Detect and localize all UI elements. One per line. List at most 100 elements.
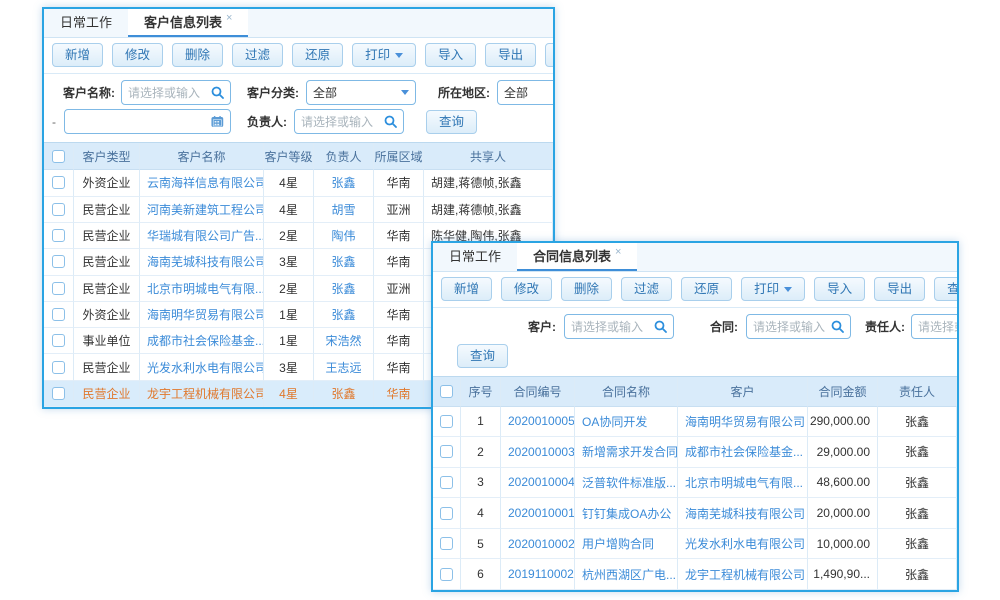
toolbar-button-导入[interactable]: 导入 [425,43,476,67]
toolbar-button-还原[interactable]: 还原 [681,277,732,301]
cell-name[interactable]: 云南海祥信息有限公司 [140,170,264,196]
owner-input[interactable] [301,115,384,129]
row-checkbox[interactable] [52,282,65,295]
table-row[interactable]: 外资企业云南海祥信息有限公司4星张鑫华南胡建,蒋德帧,张鑫 [44,170,553,196]
toolbar-button-还原[interactable]: 还原 [292,43,343,67]
table-row[interactable]: 民营企业河南美新建筑工程公司4星胡雪亚洲胡建,蒋德帧,张鑫 [44,197,553,223]
query-button[interactable]: 查询 [457,344,508,368]
tab-合同信息列表[interactable]: 合同信息列表× [517,243,637,271]
toolbar-button-修改[interactable]: 修改 [112,43,163,67]
calendar-icon[interactable] [211,115,224,128]
toolbar-button-打印[interactable]: 打印 [352,43,416,67]
cell-name[interactable]: 北京市明城电气有限... [140,276,264,302]
toolbar-button-删除[interactable]: 删除 [172,43,223,67]
cell-name[interactable]: 用户增购合同 [575,529,678,560]
cell-code[interactable]: 2020010004 [501,468,575,499]
cell-owner[interactable]: 王志远 [314,354,374,380]
toolbar-button-修改[interactable]: 修改 [501,277,552,301]
cell-customer[interactable]: 北京市明城电气有限... [678,468,808,499]
cell-name[interactable]: 新增需求开发合同 [575,437,678,468]
cell-name[interactable]: 海南芜城科技有限公司 [140,249,264,275]
toolbar-button-导出[interactable]: 导出 [485,43,536,67]
cell-customer[interactable]: 海南芜城科技有限公司 [678,498,808,529]
table-row[interactable]: 42020010001钉钉集成OA办公海南芜城科技有限公司20,000.00张鑫 [433,498,957,529]
search-icon[interactable] [831,320,844,333]
customer-name-input[interactable] [128,86,211,100]
cell-name[interactable]: 光发水利水电有限公司 [140,354,264,380]
region-select[interactable]: 全部 [497,80,555,105]
cell-owner[interactable]: 张鑫 [314,381,374,407]
row-checkbox[interactable] [440,568,453,581]
table-row[interactable]: 52020010002用户增购合同光发水利水电有限公司10,000.00张鑫 [433,529,957,560]
cell-name[interactable]: 杭州西湖区广电... [575,559,678,590]
row-checkbox[interactable] [440,507,453,520]
customer-input[interactable] [571,320,654,334]
cell-owner[interactable]: 张鑫 [314,302,374,328]
cell-owner[interactable]: 宋浩然 [314,328,374,354]
row-checkbox[interactable] [52,387,65,400]
cell-customer[interactable]: 龙宇工程机械有限公司 [678,559,808,590]
cell-owner[interactable]: 张鑫 [314,170,374,196]
toolbar-button-新增[interactable]: 新增 [441,277,492,301]
row-checkbox[interactable] [440,415,453,428]
toolbar-button-查看日志[interactable]: 查看日志 [545,43,555,67]
cell-customer[interactable]: 海南明华贸易有限公司 [678,407,808,438]
tab-日常工作[interactable]: 日常工作 [433,243,517,271]
tab-客户信息列表[interactable]: 客户信息列表× [128,9,248,37]
query-button[interactable]: 查询 [426,110,477,134]
cell-owner[interactable]: 张鑫 [314,249,374,275]
toolbar-button-过滤[interactable]: 过滤 [621,277,672,301]
close-icon[interactable]: × [615,246,621,258]
row-checkbox[interactable] [52,255,65,268]
toolbar-button-过滤[interactable]: 过滤 [232,43,283,67]
toolbar-button-导出[interactable]: 导出 [874,277,925,301]
row-checkbox[interactable] [440,385,453,398]
cell-customer[interactable]: 光发水利水电有限公司 [678,529,808,560]
cell-name[interactable]: 海南明华贸易有限公司 [140,302,264,328]
cell-code[interactable]: 2019110002 [501,559,575,590]
table-row[interactable]: 12020010005OA协同开发海南明华贸易有限公司290,000.00张鑫 [433,407,957,438]
table-row[interactable]: 32020010004泛普软件标准版...北京市明城电气有限...48,600.… [433,468,957,499]
cell-code[interactable]: 2020010001 [501,498,575,529]
search-icon[interactable] [654,320,667,333]
search-icon[interactable] [211,86,224,99]
row-checkbox[interactable] [52,308,65,321]
close-icon[interactable]: × [226,12,232,24]
row-checkbox[interactable] [52,229,65,242]
cell-code[interactable]: 2020010005 [501,407,575,438]
cell-code[interactable]: 2020010002 [501,529,575,560]
toolbar-button-导入[interactable]: 导入 [814,277,865,301]
row-checkbox[interactable] [440,537,453,550]
table-row[interactable]: 62019110002杭州西湖区广电...龙宇工程机械有限公司1,490,90.… [433,559,957,590]
cell-name[interactable]: 成都市社会保险基金... [140,328,264,354]
toolbar-button-打印[interactable]: 打印 [741,277,805,301]
responsible-input[interactable] [918,320,959,334]
cell-name[interactable]: OA协同开发 [575,407,678,438]
cell-code[interactable]: 2020010003 [501,437,575,468]
contract-input[interactable] [753,320,831,334]
cell-owner[interactable]: 陶伟 [314,223,374,249]
row-checkbox[interactable] [52,150,65,163]
cell-name[interactable]: 龙宇工程机械有限公司 [140,381,264,407]
toolbar-button-查看日志[interactable]: 查看日志 [934,277,959,301]
table-row[interactable]: 22020010003新增需求开发合同成都市社会保险基金...29,000.00… [433,437,957,468]
row-checkbox[interactable] [440,445,453,458]
cell-name[interactable]: 华瑞城有限公司广告... [140,223,264,249]
row-checkbox[interactable] [52,361,65,374]
cell-owner[interactable]: 胡雪 [314,197,374,223]
cell-owner[interactable]: 张鑫 [314,276,374,302]
cell-name[interactable]: 河南美新建筑工程公司 [140,197,264,223]
cell-name[interactable]: 泛普软件标准版... [575,468,678,499]
customer-category-select[interactable]: 全部 [306,80,416,105]
row-checkbox[interactable] [52,176,65,189]
row-checkbox[interactable] [52,334,65,347]
cell-name[interactable]: 钉钉集成OA办公 [575,498,678,529]
row-checkbox[interactable] [440,476,453,489]
row-checkbox[interactable] [52,203,65,216]
search-icon[interactable] [384,115,397,128]
date-input[interactable] [71,115,211,129]
tab-日常工作[interactable]: 日常工作 [44,9,128,37]
cell-customer[interactable]: 成都市社会保险基金... [678,437,808,468]
toolbar-button-新增[interactable]: 新增 [52,43,103,67]
toolbar-button-删除[interactable]: 删除 [561,277,612,301]
